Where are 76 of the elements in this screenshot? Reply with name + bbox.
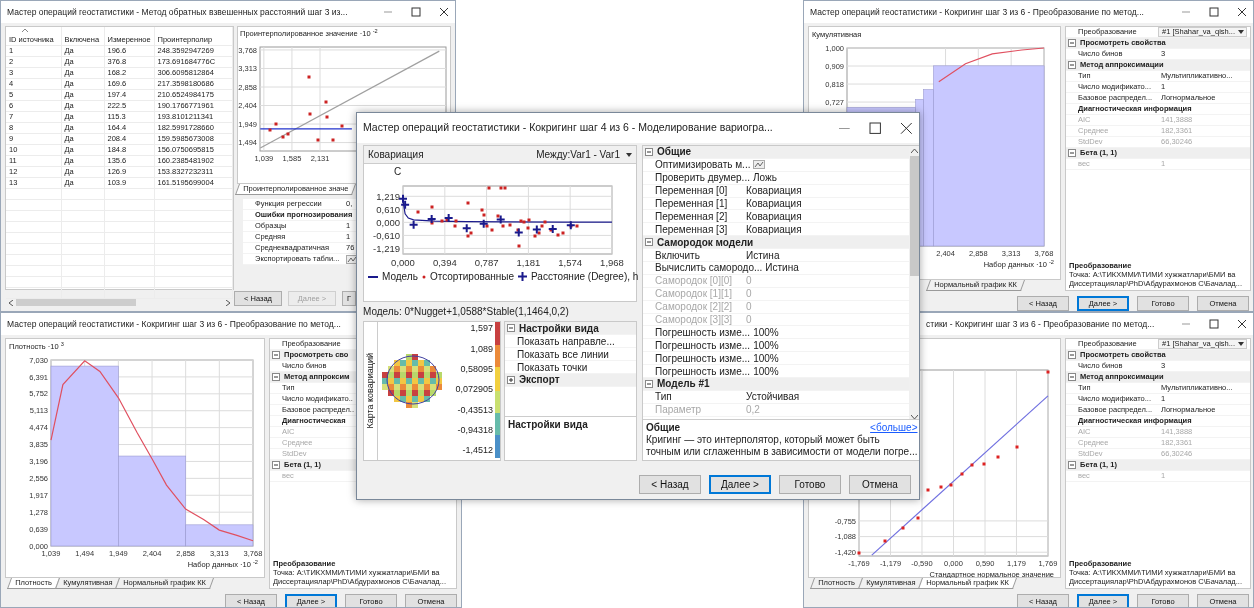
model-formula: Модель: 0*Nugget+1,0588*Stable(1,1464,0,2): [363, 305, 570, 320]
scale-label: 1,089: [469, 342, 493, 356]
panel-title: Ковариация: [368, 148, 424, 162]
property-label: Переменная [2]: [654, 209, 729, 224]
window-title: Мастер операций геостатистики - Кокригинг шаг 4 из 6 - Моделирование вариогра...: [363, 120, 774, 136]
property-label: Самородок [1][1]: [654, 287, 734, 302]
property-label: Вычислить самородо...: [654, 261, 763, 276]
scale-label: 0,072905: [454, 383, 493, 397]
property-value: Ложь: [751, 171, 777, 186]
scale-label: -0,43513: [456, 403, 493, 417]
property-value: Истина: [764, 261, 799, 276]
tick-label: 0,394: [432, 256, 457, 268]
description-title: Общие: [646, 422, 681, 434]
description-title: Настройки вида: [508, 419, 589, 431]
tick-label: 1,968: [600, 256, 624, 268]
property-label: Показать все линии: [516, 347, 610, 362]
property-value: 100: [752, 351, 770, 366]
property-value: 0: [745, 274, 752, 289]
window-title: Мастер операций геостатистики - Кокригинг шаг 3 из 6 - Преобразование по метод...: [7, 317, 342, 331]
property-value: 0,2: [745, 403, 760, 418]
tick-label: 0,000: [391, 256, 415, 268]
tick-label: -1,219: [373, 242, 400, 254]
vertical-label: Карта ковариаций: [363, 353, 376, 429]
tick-label: 1,574: [558, 256, 583, 268]
tick-label: 0,610: [376, 203, 400, 215]
window-title: Мастер операций геостатистики - Кокригинг шаг 3 из 6 - Преобразование по метод...: [810, 5, 1145, 19]
property-label: Погрешность изме...: [654, 338, 751, 353]
tick-label: 0,000: [376, 216, 400, 228]
property-value: Ковариация: [745, 197, 802, 211]
property-label: Включить: [654, 248, 701, 263]
tick-label: 1,219: [376, 190, 400, 202]
property-value: 0: [745, 313, 752, 328]
scale-label: 0,58095: [459, 363, 493, 377]
axis-title: Расстояние (Degree), h: [531, 270, 639, 284]
property-label: Погрешность изме...: [654, 325, 751, 340]
property-value: 0: [745, 287, 752, 302]
legend-label: Модель: [382, 270, 418, 284]
scale-label: 1,597: [469, 322, 493, 336]
tick-label: -0,610: [373, 229, 400, 241]
property-label: Показать точки: [516, 360, 589, 375]
property-label: Самородок [3][3]: [654, 313, 734, 328]
axis-title: C: [393, 166, 403, 178]
property-label: Переменная [1]: [654, 197, 729, 211]
scale-label: -1,4512: [461, 444, 493, 458]
property-value: Ковариация: [745, 184, 802, 199]
property-value: 100: [752, 364, 770, 379]
unit-label: %: [769, 351, 780, 366]
property-label: Параметр: [654, 403, 703, 418]
property-label: Оптимизировать м...: [654, 158, 751, 173]
property-label: Переменная [3]: [654, 222, 729, 237]
property-value: Ковариация: [745, 222, 802, 237]
property-value: 0: [745, 300, 752, 315]
property-label: Проверить двумер...: [654, 171, 750, 186]
unit-label: %: [769, 325, 780, 340]
property-label: Показать направле...: [516, 334, 616, 349]
property-label: Погрешность изме...: [654, 364, 751, 379]
property-value: 100: [752, 325, 770, 340]
property-label: Переменная [0]: [654, 184, 729, 199]
description-text: Кригинг — это интерполятор, который может быть: [646, 434, 881, 446]
tick-label: 0,787: [474, 256, 499, 268]
property-value: Устойчивая: [745, 390, 800, 405]
unit-label: %: [769, 338, 780, 353]
property-value: 100: [752, 338, 770, 353]
scale-label: -0,94318: [456, 424, 493, 438]
property-label: Погрешность изме...: [654, 351, 751, 366]
property-label: Самородок [2][2]: [654, 300, 734, 315]
unit-label: %: [769, 364, 780, 379]
tick-label: 1,181: [516, 256, 541, 268]
description-text: точным или сглаженным в зависимости от модели погре...: [646, 446, 918, 458]
window-title: Мастер операций геостатистики - Метод обратных взвешенных расстояний шаг 3 из...: [7, 5, 349, 19]
legend-label: Отсортированные: [429, 270, 514, 284]
property-value: Истина: [745, 248, 780, 263]
property-label: Самородок [0][0]: [654, 274, 734, 289]
window-title: стики - Кокригинг шаг 3 из 6 - Преобразование по метод...: [925, 317, 1156, 331]
property-label: Тип: [654, 390, 673, 405]
property-value: Ковариация: [745, 209, 802, 224]
